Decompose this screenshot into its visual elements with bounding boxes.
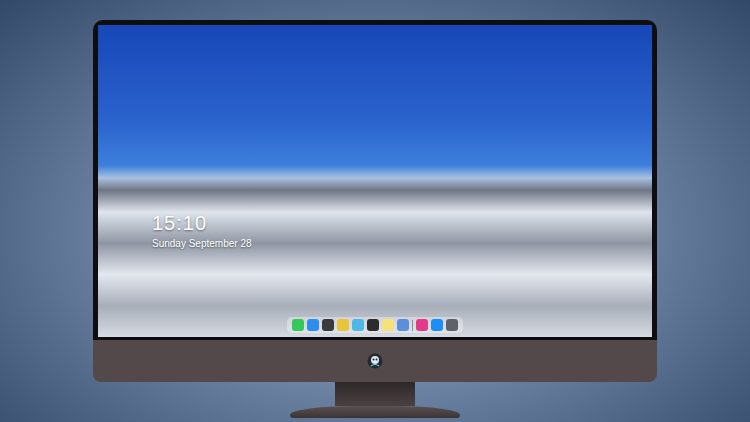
app-icon[interactable] <box>352 319 364 331</box>
app-icon[interactable] <box>292 319 304 331</box>
monitor-base <box>290 406 460 418</box>
desktop-background: 15:10 Sunday September 28 <box>0 0 750 422</box>
clock-time: 15:10 <box>152 211 652 235</box>
app-icon[interactable] <box>367 319 379 331</box>
app-icon[interactable] <box>307 319 319 331</box>
dock-separator <box>412 320 413 331</box>
clock-date: Sunday September 28 <box>152 237 652 250</box>
screen-wallpaper: 15:10 Sunday September 28 <box>98 25 652 337</box>
app-icon[interactable] <box>397 319 409 331</box>
app-icon[interactable] <box>382 319 394 331</box>
app-icon[interactable] <box>431 319 443 331</box>
monitor: 15:10 Sunday September 28 <box>93 20 657 422</box>
monitor-neck <box>335 382 415 406</box>
app-icon[interactable] <box>322 319 334 331</box>
monitor-bezel: 15:10 Sunday September 28 <box>93 20 657 340</box>
app-icon[interactable] <box>416 319 428 331</box>
app-icon[interactable] <box>446 319 458 331</box>
dock <box>287 317 463 333</box>
brand-logo-icon <box>367 353 383 369</box>
monitor-chin <box>93 340 657 382</box>
lock-clock: 15:10 Sunday September 28 <box>98 211 652 250</box>
app-icon[interactable] <box>337 319 349 331</box>
